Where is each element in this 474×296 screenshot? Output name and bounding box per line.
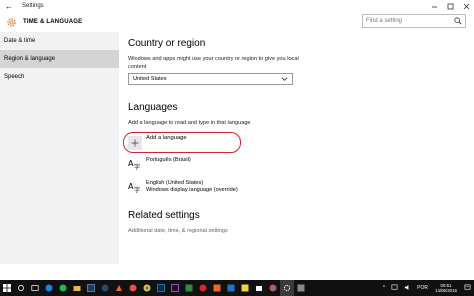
chrome-app[interactable] bbox=[140, 280, 154, 296]
mega-app[interactable] bbox=[196, 280, 210, 296]
clock[interactable]: 00:51 14/06/2016 bbox=[431, 283, 461, 294]
system-tray: ^ POR 00:51 14/06/2016 bbox=[380, 280, 474, 296]
close-button[interactable] bbox=[458, 0, 474, 12]
country-select-value: United States bbox=[133, 76, 167, 82]
settings-app[interactable] bbox=[280, 280, 294, 296]
country-heading: Country or region bbox=[128, 38, 206, 49]
gear-icon bbox=[283, 284, 291, 292]
language-item-english[interactable]: A字 English (United States) Windows displ… bbox=[128, 180, 238, 194]
windows-logo-icon bbox=[3, 284, 11, 292]
minimize-button[interactable] bbox=[426, 0, 442, 12]
language-icon: A字 bbox=[128, 157, 140, 171]
tray-up-icon[interactable]: ^ bbox=[380, 285, 388, 291]
highlight-ellipse bbox=[123, 132, 241, 153]
input-language[interactable]: POR bbox=[414, 285, 431, 291]
sidebar-item-label: Date & time bbox=[4, 38, 36, 44]
app-icon bbox=[241, 284, 249, 292]
sidebar-item-region-language[interactable]: Region & language bbox=[0, 50, 119, 68]
language-name: Português (Brasil) bbox=[146, 157, 191, 163]
sticky-app[interactable] bbox=[238, 280, 252, 296]
app-icon bbox=[227, 284, 235, 292]
language-subtitle: Windows display language (override) bbox=[146, 187, 238, 193]
start-button[interactable] bbox=[0, 280, 14, 296]
search-icon[interactable] bbox=[451, 15, 465, 27]
back-arrow-icon: ← bbox=[5, 1, 13, 11]
maximize-button[interactable] bbox=[442, 0, 458, 12]
premiere-icon bbox=[171, 284, 179, 292]
orange-app[interactable] bbox=[210, 280, 224, 296]
svg-text:字: 字 bbox=[134, 163, 140, 170]
language-name: English (United States) bbox=[146, 180, 204, 186]
language-icon: A字 bbox=[128, 180, 140, 194]
related-settings-heading: Related settings bbox=[128, 210, 200, 221]
search-box[interactable]: Find a setting bbox=[362, 14, 466, 28]
language-item-portuguese[interactable]: A字 Português (Brasil) bbox=[128, 157, 191, 171]
steam-icon bbox=[101, 284, 109, 292]
notifications-icon[interactable] bbox=[461, 284, 474, 293]
sidebar-item-label: Speech bbox=[4, 74, 25, 80]
media-app[interactable] bbox=[126, 280, 140, 296]
lightroom-icon bbox=[87, 284, 95, 292]
clock-date: 14/06/2016 bbox=[435, 288, 457, 293]
volume-icon[interactable] bbox=[401, 284, 414, 293]
languages-description: Add a language to read and type in that … bbox=[128, 120, 251, 126]
lightroom-app[interactable] bbox=[84, 280, 98, 296]
search-input[interactable]: Find a setting bbox=[363, 18, 451, 24]
spotify-app[interactable] bbox=[56, 280, 70, 296]
sidebar-item-label: Region & language bbox=[4, 56, 56, 62]
store-app[interactable] bbox=[252, 280, 266, 296]
steam-app[interactable] bbox=[98, 280, 112, 296]
app-icon bbox=[213, 284, 221, 292]
search-taskbar-button[interactable] bbox=[14, 280, 28, 296]
maximize-icon bbox=[447, 3, 453, 9]
sidebar: Date & time Region & language Speech bbox=[0, 32, 119, 264]
window-controls bbox=[426, 0, 474, 12]
taskbar: ^ POR 00:51 14/06/2016 bbox=[0, 280, 474, 296]
chrome-app-2[interactable] bbox=[266, 280, 280, 296]
spotify-icon bbox=[59, 284, 67, 292]
gear-icon bbox=[4, 15, 18, 29]
edge-app[interactable] bbox=[42, 280, 56, 296]
minimize-icon bbox=[431, 6, 437, 7]
country-description: Windows and apps might use your country … bbox=[128, 56, 299, 70]
search-icon bbox=[18, 285, 24, 291]
network-icon[interactable] bbox=[388, 284, 401, 293]
page-title: TIME & LANGUAGE bbox=[23, 19, 83, 25]
task-view-icon bbox=[31, 285, 39, 291]
edge-icon bbox=[45, 284, 53, 292]
folder-icon bbox=[73, 286, 81, 291]
pen-app[interactable] bbox=[112, 280, 126, 296]
sidebar-item-speech[interactable]: Speech bbox=[0, 68, 119, 86]
explorer-app[interactable] bbox=[70, 280, 84, 296]
photoshop-icon bbox=[157, 284, 165, 292]
chrome-icon bbox=[143, 284, 151, 292]
settings-header: TIME & LANGUAGE Find a setting bbox=[0, 12, 474, 32]
sidebar-item-date-time[interactable]: Date & time bbox=[0, 32, 119, 50]
app-icon bbox=[185, 284, 193, 292]
chevron-down-icon bbox=[281, 76, 288, 84]
svg-text:字: 字 bbox=[134, 186, 140, 193]
country-select[interactable]: United States bbox=[128, 73, 293, 85]
app-icon bbox=[297, 284, 305, 292]
mega-icon bbox=[199, 284, 207, 292]
window-title: Settings bbox=[22, 3, 44, 9]
misc-app[interactable] bbox=[294, 280, 308, 296]
green-app[interactable] bbox=[182, 280, 196, 296]
back-button[interactable]: ← bbox=[0, 0, 18, 12]
close-icon bbox=[463, 3, 469, 9]
task-view-button[interactable] bbox=[28, 280, 42, 296]
blue-app[interactable] bbox=[224, 280, 238, 296]
photoshop-app[interactable] bbox=[154, 280, 168, 296]
premiere-app[interactable] bbox=[168, 280, 182, 296]
pen-icon bbox=[116, 285, 122, 291]
languages-heading: Languages bbox=[128, 102, 178, 113]
media-icon bbox=[129, 284, 137, 292]
store-icon bbox=[256, 286, 262, 291]
chrome-icon bbox=[269, 284, 277, 292]
title-bar: ← Settings bbox=[0, 0, 474, 12]
related-settings-link[interactable]: Additional date, time, & regional settin… bbox=[128, 228, 308, 236]
